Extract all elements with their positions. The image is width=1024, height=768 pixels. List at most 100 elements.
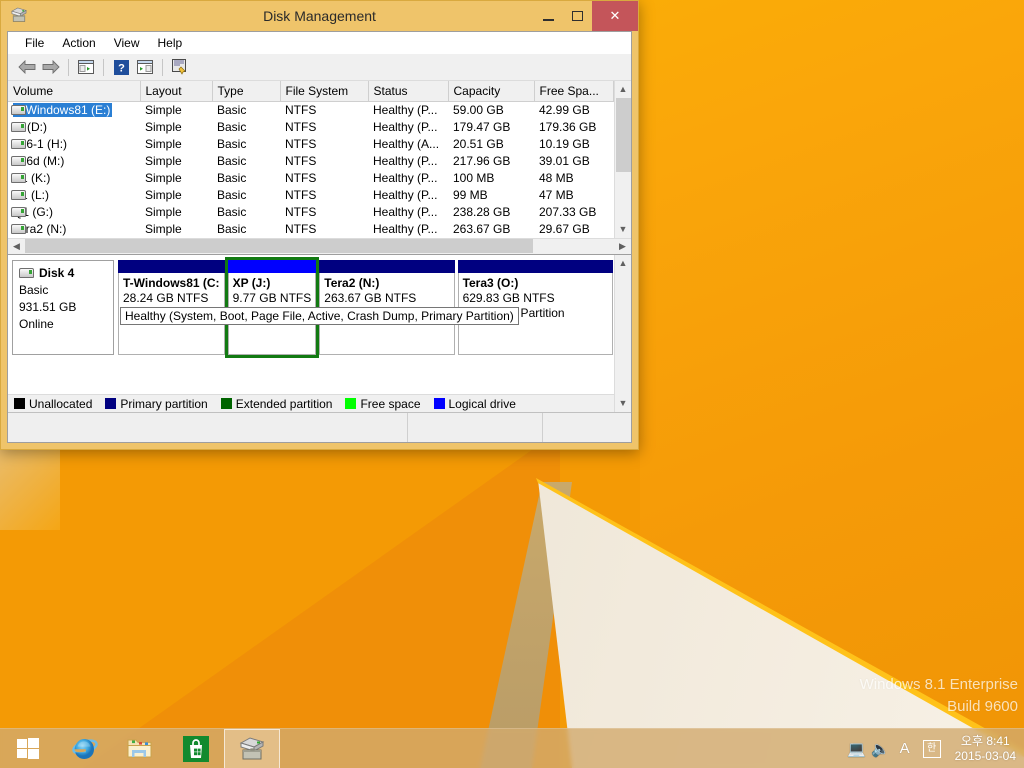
volume-cell-free-space: 42.99 GB <box>539 103 590 118</box>
scroll-up-icon[interactable]: ▲ <box>615 81 632 98</box>
partition-strip[interactable]: T-Windows81 (C:28.24 GB NTFSHealthyXP (J… <box>118 256 613 358</box>
legend-label: Unallocated <box>29 396 93 411</box>
window-titlebar[interactable]: Disk Management ✕ <box>1 1 638 31</box>
start-button[interactable] <box>0 729 56 768</box>
table-row[interactable]: A1 (K:) Simple Basic NTFS Healthy (P... 100 M… <box>8 170 613 187</box>
column-header-type[interactable]: Type <box>212 81 281 102</box>
network-icon[interactable]: 💻 <box>845 740 869 758</box>
legend-item: Logical drive <box>433 397 516 411</box>
scroll-track-horizontal[interactable] <box>25 238 614 254</box>
volume-table-header-row: Volume Layout Type File System Status Ca… <box>8 81 614 102</box>
column-header-status[interactable]: Status <box>368 81 449 102</box>
graphical-view-pane[interactable]: Disk 4 Basic 931.51 GB Online T-Windows8… <box>8 254 632 412</box>
volume-cell-type: Basic <box>217 137 247 151</box>
taskbar-item-store[interactable] <box>168 729 224 768</box>
statusbar <box>8 412 631 442</box>
table-row[interactable]: B1 (L:) Simple Basic NTFS Healthy (P... 99 MB… <box>8 187 613 204</box>
scroll-thumb-vertical[interactable] <box>615 98 631 172</box>
graph-scroll-up-icon[interactable]: ▲ <box>615 255 632 272</box>
volume-cell-capacity: 179.47 GB <box>453 120 511 134</box>
close-button[interactable]: ✕ <box>592 1 638 31</box>
back-button[interactable] <box>16 56 38 78</box>
taskbar[interactable]: 💻 🔈 A 한 오후 8:41 2015-03-04 <box>0 728 1024 768</box>
ime-korean-indicator[interactable]: 한 <box>922 739 941 758</box>
volume-cell-free-space: 47 MB <box>539 188 574 202</box>
help-button[interactable]: ? <box>110 56 132 78</box>
volume-icon <box>11 206 26 217</box>
taskbar-item-disk-management[interactable] <box>224 728 280 768</box>
disk-info-panel[interactable]: Disk 4 Basic 931.51 GB Online <box>12 259 114 355</box>
volume-cell-type: Basic <box>217 103 247 118</box>
windows-logo-icon <box>17 737 39 760</box>
graph-scroll-down-icon[interactable]: ▼ <box>615 395 632 412</box>
show-hide-action-pane-icon <box>137 60 153 74</box>
scroll-thumb-horizontal[interactable] <box>25 239 533 253</box>
graph-scroll-track[interactable] <box>615 272 632 396</box>
system-tray[interactable]: 💻 🔈 A 한 오후 8:41 2015-03-04 <box>845 729 1024 768</box>
table-row[interactable]: Tera2 (N:) Simple Basic NTFS Healthy (P... 26… <box>8 221 613 238</box>
column-header-file-system[interactable]: File System <box>280 81 369 102</box>
menu-file[interactable]: File <box>16 34 53 52</box>
scroll-right-icon[interactable]: ▶ <box>614 241 631 252</box>
show-hide-console-tree-icon <box>78 60 94 74</box>
forward-button[interactable] <box>40 56 62 78</box>
volume-cell-free-space: 179.36 GB <box>539 120 597 134</box>
maximize-icon <box>572 11 583 21</box>
volume-cell-name: B1 (L:) <box>8 187 140 204</box>
disk-type: Basic <box>19 282 49 297</box>
volume-list-scroll-area[interactable]: Volume Layout Type File System Status Ca… <box>8 81 631 238</box>
disk-title: Disk 4 <box>19 265 107 282</box>
column-header-layout[interactable]: Layout <box>140 81 213 102</box>
volume-table[interactable]: Volume Layout Type File System Status Ca… <box>8 81 614 238</box>
taskbar-item-file-explorer[interactable] <box>112 729 168 768</box>
svg-text:?: ? <box>118 62 125 74</box>
menu-action[interactable]: Action <box>53 34 104 52</box>
scroll-down-icon[interactable]: ▼ <box>615 221 632 238</box>
column-header-volume[interactable]: Volume <box>8 81 141 102</box>
column-header-free-space[interactable]: Free Spa... <box>534 81 614 102</box>
scroll-left-icon[interactable]: ◀ <box>8 241 25 252</box>
menu-view[interactable]: View <box>105 34 149 52</box>
volume-cell-filesystem: NTFS <box>285 171 317 185</box>
volume-cell-status: Healthy (P... <box>373 103 438 118</box>
graphical-view-vertical-scrollbar[interactable]: ▲ ▼ <box>614 254 632 412</box>
rescan-disks-button[interactable] <box>169 56 191 78</box>
table-row[interactable]: 256d (M:) Simple Basic NTFS Healthy (P... 217… <box>8 153 613 170</box>
scroll-track-vertical[interactable] <box>615 98 632 221</box>
column-header-capacity[interactable]: Capacity <box>448 81 535 102</box>
legend-item: Unallocated <box>14 397 92 411</box>
disk-management-window[interactable]: Disk Management ✕ File Action View Help <box>0 0 639 450</box>
menu-help[interactable]: Help <box>149 34 192 52</box>
graphical-view-content[interactable]: Disk 4 Basic 931.51 GB Online T-Windows8… <box>8 255 614 412</box>
show-hide-action-pane-button[interactable] <box>134 56 156 78</box>
disk-row[interactable]: Disk 4 Basic 931.51 GB Online T-Windows8… <box>8 255 614 358</box>
volume-icon <box>11 105 26 115</box>
table-row[interactable]: 256-1 (H:) Simple Basic NTFS Healthy (A... 20… <box>8 136 613 153</box>
statusbar-pane-3 <box>543 413 631 442</box>
volume-list-vertical-scrollbar[interactable]: ▲ ▼ <box>614 81 631 238</box>
table-row[interactable]: 1-Windows81 (E:) Simple Basic NTFS Healthy (… <box>8 102 613 119</box>
volume-table-body[interactable]: 1-Windows81 (E:) Simple Basic NTFS Healthy (… <box>8 102 613 238</box>
taskbar-item-internet-explorer[interactable] <box>56 729 112 768</box>
legend-label: Free space <box>360 396 421 411</box>
toolbar[interactable]: ? <box>8 54 631 81</box>
partition-tooltip: Healthy (System, Boot, Page File, Active… <box>120 306 519 325</box>
table-row[interactable]: Q1 (G:) Simple Basic NTFS Healthy (P... 238.2… <box>8 204 613 221</box>
volume-cell-status: Healthy (P... <box>373 205 438 219</box>
volume-cell-layout: Simple <box>145 103 182 118</box>
table-row[interactable]: 2- (D:) Simple Basic NTFS Healthy (P... 179.4… <box>8 119 613 136</box>
volume-list-horizontal-scrollbar[interactable]: ◀ ▶ <box>8 237 631 254</box>
volume-list-pane[interactable]: Volume Layout Type File System Status Ca… <box>8 81 631 255</box>
show-hide-console-tree-button[interactable] <box>75 56 97 78</box>
maximize-button[interactable] <box>563 1 592 31</box>
volume-icon <box>11 172 26 183</box>
clock[interactable]: 오후 8:41 2015-03-04 <box>955 734 1016 764</box>
menubar[interactable]: File Action View Help <box>8 32 631 54</box>
ime-latin-indicator[interactable]: A <box>893 740 917 757</box>
minimize-button[interactable] <box>534 1 563 31</box>
volume-cell-name: Tera2 (N:) <box>8 221 140 238</box>
volume-cell-status: Healthy (A... <box>373 137 440 151</box>
file-explorer-icon <box>127 739 152 757</box>
volume-icon[interactable]: 🔈 <box>869 740 893 758</box>
window-controls[interactable]: ✕ <box>534 1 638 31</box>
